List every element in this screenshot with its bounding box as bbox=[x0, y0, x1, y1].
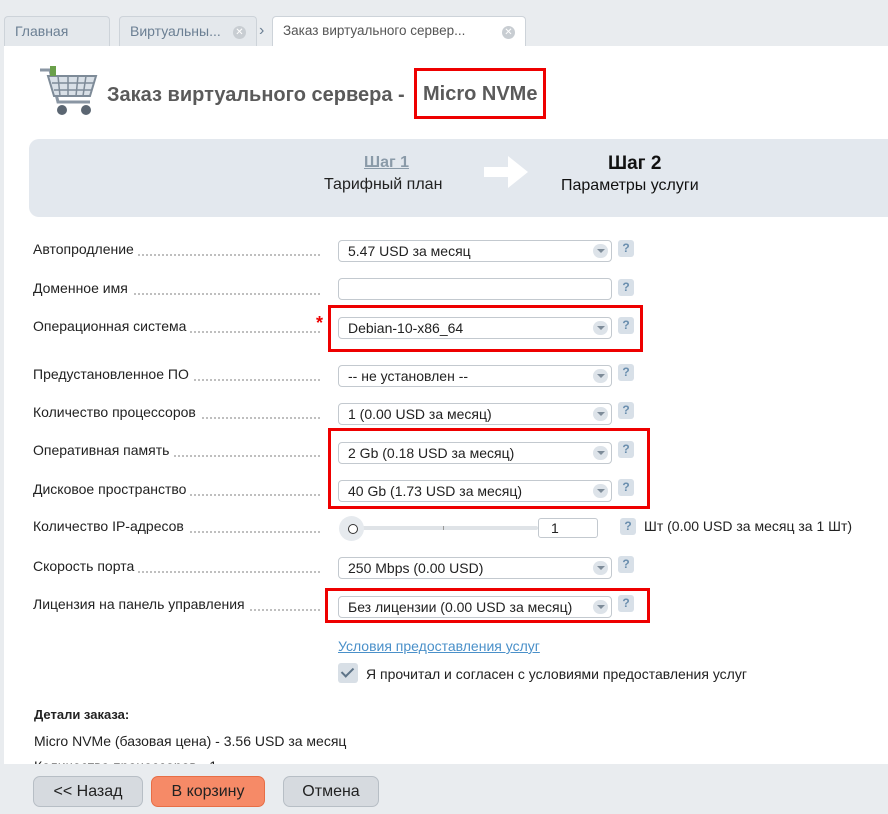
tab-home[interactable]: Главная bbox=[4, 16, 110, 46]
order-details-line: Micro NVMe (базовая цена) - 3.56 USD за … bbox=[34, 733, 347, 749]
ram-disk-highlight-box bbox=[328, 428, 650, 509]
chevron-down-icon bbox=[593, 244, 608, 258]
back-button[interactable]: << Назад bbox=[33, 776, 143, 807]
chevron-down-icon bbox=[593, 407, 608, 421]
close-icon[interactable]: ✕ bbox=[233, 26, 246, 39]
help-icon[interactable]: ? bbox=[618, 364, 634, 381]
arrow-right-icon bbox=[480, 150, 532, 199]
step1-link[interactable]: Шаг 1 bbox=[364, 154, 409, 172]
help-icon[interactable]: ? bbox=[618, 402, 634, 419]
tab-bar: Главная Виртуальны... ✕ › Заказ виртуаль… bbox=[0, 0, 888, 47]
os-label: Операционная система bbox=[33, 318, 321, 334]
help-icon[interactable]: ? bbox=[618, 279, 634, 296]
close-icon[interactable]: ✕ bbox=[502, 26, 515, 39]
chevron-right-icon: › bbox=[259, 22, 265, 39]
ip-slider-handle[interactable] bbox=[348, 524, 358, 534]
autorenew-select[interactable]: 5.47 USD за месяц bbox=[338, 240, 612, 262]
plan-name: Micro NVMe bbox=[423, 83, 538, 105]
port-select[interactable]: 250 Mbps (0.00 USD) bbox=[338, 557, 612, 579]
terms-link[interactable]: Условия предоставления услуг bbox=[338, 638, 540, 654]
shopping-cart-icon bbox=[36, 64, 100, 127]
cpu-label: Количество процессоров bbox=[33, 404, 321, 420]
step1-subtitle: Тарифный план bbox=[324, 176, 443, 193]
disk-label: Дисковое пространство bbox=[33, 481, 321, 497]
cpu-select[interactable]: 1 (0.00 USD за месяц) bbox=[338, 403, 612, 425]
step2-title: Шаг 2 bbox=[608, 153, 662, 174]
ip-unit-note: Шт (0.00 USD за месяц за 1 Шт) bbox=[644, 518, 853, 534]
autorenew-label: Автопродление bbox=[33, 241, 321, 257]
tab-virtual-servers[interactable]: Виртуальны... ✕ bbox=[119, 16, 257, 46]
domain-label: Доменное имя bbox=[33, 280, 321, 296]
license-highlight-box bbox=[325, 588, 650, 623]
chevron-down-icon bbox=[593, 369, 608, 383]
ip-slider-tick bbox=[443, 526, 444, 530]
license-label: Лицензия на панель управления bbox=[33, 596, 321, 612]
help-icon[interactable]: ? bbox=[620, 518, 636, 535]
chevron-down-icon bbox=[593, 561, 608, 575]
help-icon[interactable]: ? bbox=[618, 556, 634, 573]
ram-label: Оперативная память bbox=[33, 442, 321, 458]
preinstalled-select[interactable]: -- не установлен -- bbox=[338, 365, 612, 387]
agree-label: Я прочитал и согласен с условиями предос… bbox=[366, 666, 747, 682]
add-to-cart-button[interactable]: В корзину bbox=[151, 776, 265, 807]
tab-order-server-label: Заказ виртуального сервер... bbox=[283, 23, 466, 38]
cancel-button[interactable]: Отмена bbox=[283, 776, 379, 807]
page-title: Заказ виртуального сервера - bbox=[107, 84, 405, 106]
ip-slider-track[interactable] bbox=[352, 526, 538, 530]
tab-order-server[interactable]: Заказ виртуального сервер... ✕ bbox=[272, 16, 526, 47]
os-highlight-box bbox=[328, 305, 643, 352]
domain-input[interactable] bbox=[338, 278, 612, 300]
ip-label: Количество IP-адресов bbox=[33, 518, 321, 534]
preinstalled-label: Предустановленное ПО bbox=[33, 366, 321, 382]
step2-subtitle: Параметры услуги bbox=[561, 177, 699, 194]
port-label: Скорость порта bbox=[33, 558, 321, 574]
ip-count-input[interactable]: 1 bbox=[538, 518, 598, 538]
help-icon[interactable]: ? bbox=[618, 240, 634, 257]
tab-virtual-servers-label: Виртуальны... bbox=[130, 23, 221, 39]
steps-bar bbox=[29, 139, 888, 217]
required-mark: * bbox=[316, 313, 324, 333]
order-details-heading: Детали заказа: bbox=[34, 707, 130, 722]
tab-home-label: Главная bbox=[15, 23, 69, 39]
title-highlight-box: Micro NVMe bbox=[414, 68, 546, 119]
agree-checkbox[interactable] bbox=[338, 663, 358, 683]
